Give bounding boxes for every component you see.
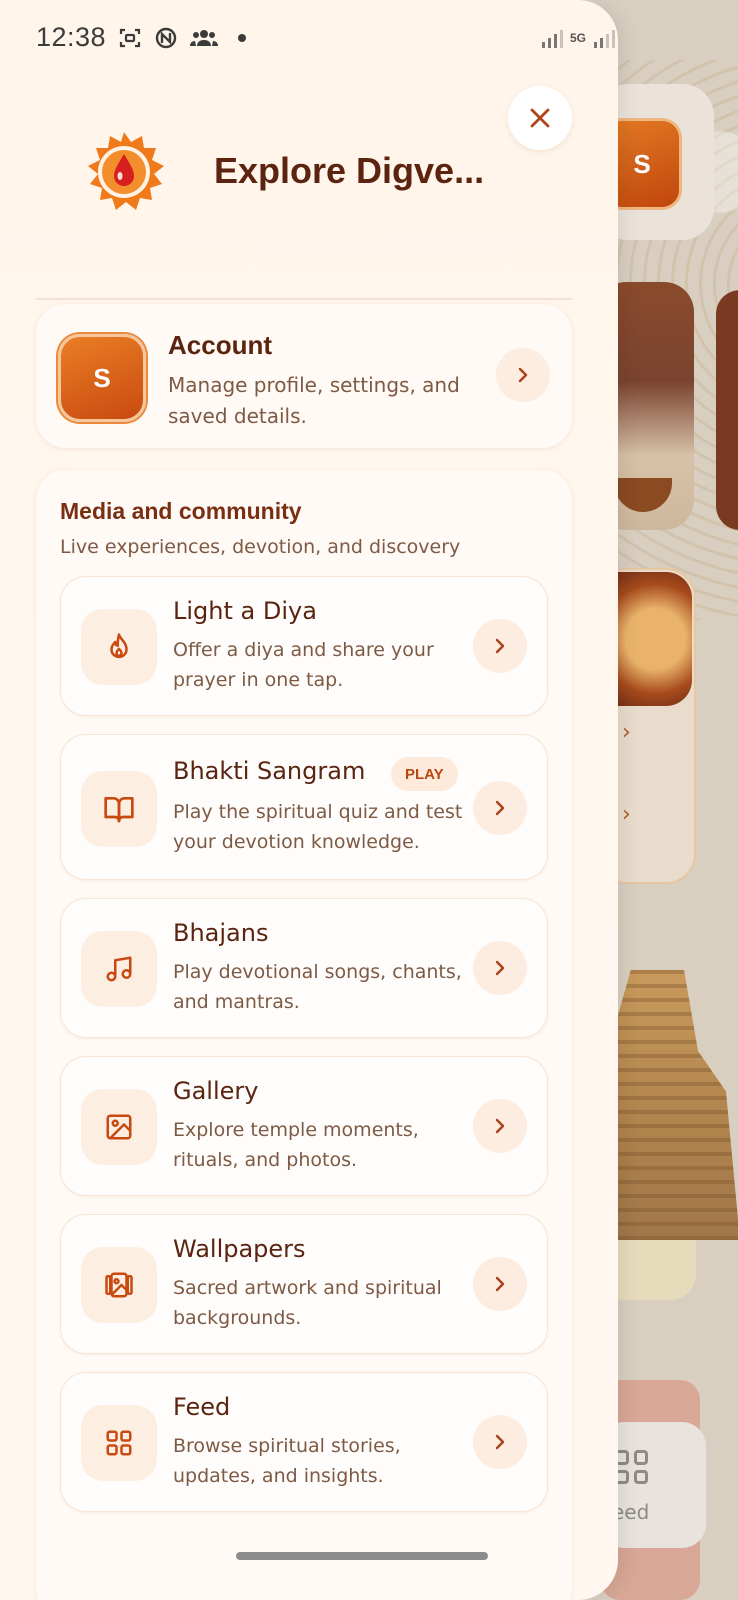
menu-item-title: Light a Diya xyxy=(173,597,317,625)
chevron-right-icon xyxy=(495,1434,505,1450)
menu-item-open-button[interactable] xyxy=(473,1415,527,1469)
wallpaper-icon xyxy=(81,1247,157,1323)
menu-item-feed[interactable]: Feed Browse spiritual stories, updates, … xyxy=(60,1372,548,1512)
menu-item-open-button[interactable] xyxy=(473,619,527,673)
menu-item-open-button[interactable] xyxy=(473,941,527,995)
account-title: Account xyxy=(168,330,272,360)
image-icon xyxy=(81,1089,157,1165)
background-card-edge xyxy=(716,290,738,530)
menu-item-title: Feed xyxy=(173,1393,231,1421)
menu-item-open-button[interactable] xyxy=(473,1099,527,1153)
chevron-right-icon xyxy=(495,1118,505,1134)
chevron-right-icon xyxy=(495,638,505,654)
section-subtitle: Live experiences, devotion, and discover… xyxy=(60,536,461,558)
chevron-right-icon xyxy=(495,1276,505,1292)
navigation-drawer: 12:38 5G 100 xyxy=(0,0,618,1600)
status-system-icons: 5G 100 xyxy=(540,24,618,52)
menu-item-title: Gallery xyxy=(173,1077,259,1105)
status-notification-icons xyxy=(118,26,246,50)
music-icon xyxy=(81,931,157,1007)
grid-icon xyxy=(614,1450,648,1484)
play-badge: PLAY xyxy=(391,757,458,791)
chevron-right-icon xyxy=(495,800,505,816)
account-description: Manage profile, settings, and saved deta… xyxy=(168,373,460,428)
menu-item-title: Wallpapers xyxy=(173,1235,306,1263)
app-logo xyxy=(88,132,164,210)
menu-item-description: Offer a diya and share your prayer in on… xyxy=(173,639,434,691)
media-community-section: Media and community Live experiences, de… xyxy=(36,470,572,1600)
menu-item-title: Bhajans xyxy=(173,919,269,947)
menu-item-wallpapers[interactable]: Wallpapers Sacred artwork and spiritual … xyxy=(60,1214,548,1354)
menu-item-description: Play the spiritual quiz and test your de… xyxy=(173,801,463,853)
account-open-button[interactable] xyxy=(496,348,550,402)
book-icon xyxy=(81,771,157,847)
home-indicator[interactable] xyxy=(236,1552,488,1560)
close-icon xyxy=(530,108,550,128)
menu-item-title: Bhakti Sangram xyxy=(173,757,366,785)
drawer-title: Explore Digve... xyxy=(214,150,485,191)
account-card[interactable]: S Account Manage profile, settings, and … xyxy=(36,304,572,448)
menu-item-bhajans[interactable]: Bhajans Play devotional songs, chants, a… xyxy=(60,898,548,1038)
group-icon xyxy=(190,30,218,46)
menu-item-light-a-diya[interactable]: Light a Diya Offer a diya and share your… xyxy=(60,576,548,716)
menu-item-description: Browse spiritual stories, updates, and i… xyxy=(173,1435,401,1487)
close-drawer-button[interactable] xyxy=(508,86,572,150)
status-time: 12:38 xyxy=(36,22,107,52)
chevron-right-icon xyxy=(495,960,505,976)
avatar: S xyxy=(58,334,146,422)
section-title: Media and community xyxy=(60,498,302,524)
menu-item-description: Explore temple moments, rituals, and pho… xyxy=(173,1119,419,1171)
menu-item-description: Play devotional songs, chants, and mantr… xyxy=(173,961,462,1013)
more-notifications-dot xyxy=(238,34,246,42)
menu-item-bhakti-sangram[interactable]: Bhakti Sangram PLAY Play the spiritual q… xyxy=(60,734,548,880)
menu-item-gallery[interactable]: Gallery Explore temple moments, rituals,… xyxy=(60,1056,548,1196)
header-divider xyxy=(36,298,572,300)
background-temple-image xyxy=(600,970,738,1240)
chevron-right-icon xyxy=(518,367,528,383)
flame-icon xyxy=(81,609,157,685)
menu-item-description: Sacred artwork and spiritual backgrounds… xyxy=(173,1277,442,1329)
menu-item-open-button[interactable] xyxy=(473,1257,527,1311)
network-type: 5G xyxy=(570,31,587,45)
screenshot-icon xyxy=(119,28,141,48)
app-notification-icon xyxy=(155,27,177,49)
chevron-right-icon: › xyxy=(622,720,631,745)
signal-icon xyxy=(542,30,563,48)
grid-icon xyxy=(81,1405,157,1481)
menu-item-open-button[interactable] xyxy=(473,781,527,835)
chevron-right-icon: › xyxy=(622,802,631,827)
signal-icon xyxy=(594,30,616,48)
